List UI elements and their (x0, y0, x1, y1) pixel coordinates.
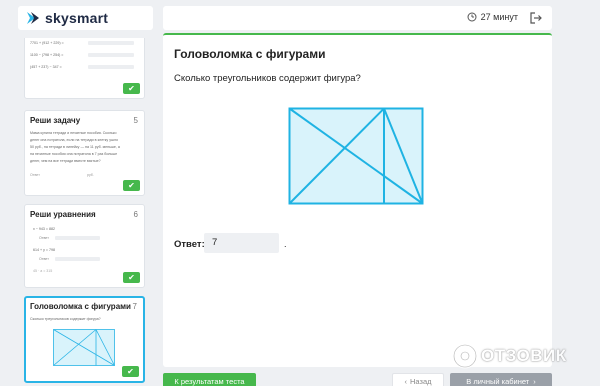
clock-icon (467, 12, 477, 22)
task-text-line: денег она потратила, если на тетради в к… (30, 138, 119, 142)
page-title: Головоломка с фигурами (174, 47, 326, 61)
completed-check-icon: ✔ (122, 366, 139, 377)
equation-line: 45 · a = 315 (33, 269, 53, 273)
answer-suffix: . (284, 239, 287, 249)
card-title: Головоломка с фигурами (30, 302, 131, 311)
cabinet-button[interactable]: В личный кабинет › (450, 373, 552, 386)
task-panel: Головоломка с фигурами Сколько треугольн… (163, 33, 552, 367)
task-text-line: 50 руб., на тетради в линейку — на 11 ру… (30, 145, 120, 149)
card-number: 7 (132, 302, 137, 311)
card-number: 6 (133, 210, 138, 219)
back-button[interactable]: ‹ Назад (392, 373, 444, 386)
expression-line: 7701 + (912 + 229) = (30, 41, 64, 45)
answer-placeholder (88, 41, 134, 45)
timer-text: 27 минут (480, 12, 518, 22)
watermark-text: ОТЗОВИК (481, 346, 567, 365)
task-text-line: на печатные пособия она потратила в 7 ра… (30, 152, 118, 156)
task-card-7[interactable]: Головоломка с фигурами 7 Сколько треугол… (24, 296, 145, 383)
chevron-left-icon: ‹ (404, 376, 408, 386)
answer-placeholder (55, 257, 100, 261)
logo[interactable]: skysmart (18, 6, 153, 30)
completed-check-icon: ✔ (123, 83, 140, 94)
results-button-label: К результатам теста (174, 376, 245, 386)
chevron-right-icon: › (533, 376, 536, 386)
answer-placeholder (88, 65, 134, 69)
answer-placeholder (55, 236, 100, 240)
cabinet-button-label: В личный кабинет (466, 376, 530, 386)
completed-check-icon: ✔ (123, 180, 140, 191)
task-question: Сколько треугольников содержит фигура? (30, 317, 101, 321)
task-text-line: Мама купила тетради и печатные пособия. … (30, 131, 117, 135)
expression-line: 1100 − (798 + 254) = (30, 53, 64, 57)
answer-unit: руб. (87, 173, 94, 177)
answer-label: Ответ (39, 236, 49, 240)
card-title: Реши уравнения (30, 210, 96, 219)
results-button[interactable]: К результатам теста (163, 373, 256, 386)
task-card-4[interactable]: 7701 + (912 + 229) = 1100 − (798 + 254) … (24, 38, 145, 99)
triangles-figure (288, 107, 424, 205)
answer-label: Ответ (39, 257, 49, 261)
expression-line: (457 + 237) − 347 = (30, 65, 62, 69)
task-text-line: денег, чем на все тетради вместе взятые? (30, 159, 101, 163)
back-button-label: Назад (410, 376, 432, 386)
watermark: ОТЗОВИК (452, 343, 567, 369)
equation-line: 614 + y = 798 (33, 248, 55, 252)
answer-label: Ответ (30, 173, 40, 177)
card-number: 5 (133, 116, 138, 125)
completed-check-icon: ✔ (123, 272, 140, 283)
equation-line: x − 943 = 882 (33, 227, 55, 231)
card-title: Реши задачу (30, 116, 81, 125)
answer-label: Ответ: (174, 239, 205, 250)
skysmart-logo-icon (27, 12, 39, 24)
task-card-6[interactable]: Реши уравнения 6 x − 943 = 882 Ответ 614… (24, 204, 145, 288)
watermark-logo-icon (452, 343, 478, 369)
triangles-figure-thumbnail (53, 329, 115, 366)
answer-placeholder (88, 53, 134, 57)
task-sidebar[interactable]: 7701 + (912 + 229) = 1100 − (798 + 254) … (18, 38, 148, 386)
timer: 27 минут (467, 12, 518, 22)
task-card-5[interactable]: Реши задачу 5 Мама купила тетради и печа… (24, 110, 145, 196)
logo-text: skysmart (45, 10, 109, 26)
answer-input[interactable]: 7 (204, 233, 279, 253)
exit-icon[interactable] (530, 12, 542, 24)
header-bar: 27 минут (163, 6, 552, 30)
task-question: Сколько треугольников содержит фигура? (174, 73, 361, 84)
